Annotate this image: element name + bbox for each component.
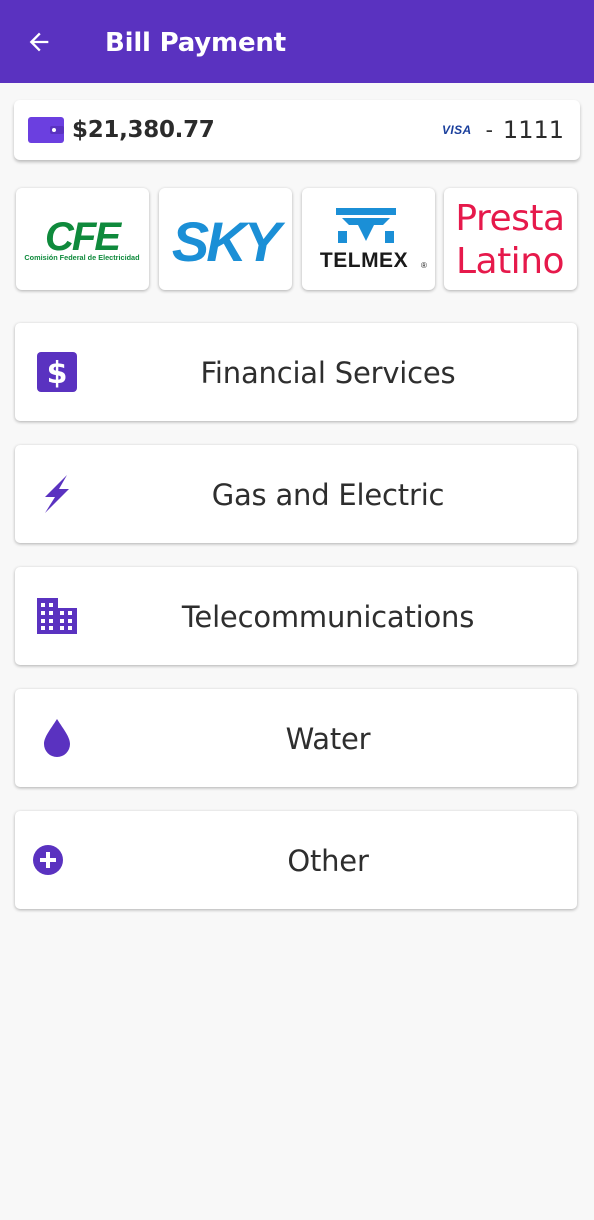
- balance-card: $21,380.77 VISA - 1111: [14, 100, 580, 160]
- payment-card-selector[interactable]: VISA - 1111: [442, 116, 564, 144]
- registered-mark: ®: [421, 261, 427, 270]
- category-label: Other: [287, 844, 369, 878]
- presta-logo-line1: Presta: [455, 198, 564, 239]
- category-label: Telecommunications: [181, 600, 475, 634]
- back-button[interactable]: [24, 25, 54, 59]
- biller-presta-latino[interactable]: Presta Latino: [444, 188, 577, 290]
- category-label: Gas and Electric: [211, 478, 445, 512]
- plus-circle-icon: [27, 838, 69, 882]
- cfe-logo-subtitle: Comisión Federal de Electricidad: [24, 253, 139, 262]
- category-telecommunications[interactable]: Telecommunications: [15, 567, 577, 665]
- water-drop-icon: [35, 716, 79, 760]
- visa-logo: VISA: [441, 123, 472, 137]
- category-other[interactable]: Other: [15, 811, 577, 909]
- card-separator: -: [485, 117, 493, 142]
- wallet-icon: [28, 117, 64, 143]
- category-gas-and-electric[interactable]: Gas and Electric: [15, 445, 577, 543]
- page-title: Bill Payment: [105, 28, 286, 58]
- category-financial-services[interactable]: $ Financial Services: [15, 323, 577, 421]
- category-water[interactable]: Water: [15, 689, 577, 787]
- arrow-left-icon: [29, 32, 49, 52]
- biller-telmex[interactable]: TELMEX ®: [302, 188, 435, 290]
- sky-logo-text: SKY: [172, 210, 286, 273]
- category-label: Financial Services: [200, 356, 456, 390]
- balance-amount: $21,380.77: [72, 117, 215, 143]
- lightning-icon: [35, 472, 79, 516]
- telmex-emblem: [336, 208, 396, 243]
- biller-cfe[interactable]: CFE Comisión Federal de Electricidad: [16, 188, 149, 290]
- presta-logo-line2: Latino: [456, 241, 564, 282]
- category-label: Water: [285, 722, 371, 756]
- telmex-logo-text: TELMEX: [320, 249, 408, 272]
- card-last-four: 1111: [502, 116, 564, 144]
- dollar-icon: $: [35, 350, 79, 394]
- app-bar: Bill Payment: [0, 0, 594, 83]
- svg-text:$: $: [47, 356, 68, 391]
- building-icon: [35, 594, 79, 638]
- biller-sky[interactable]: SKY: [159, 188, 292, 290]
